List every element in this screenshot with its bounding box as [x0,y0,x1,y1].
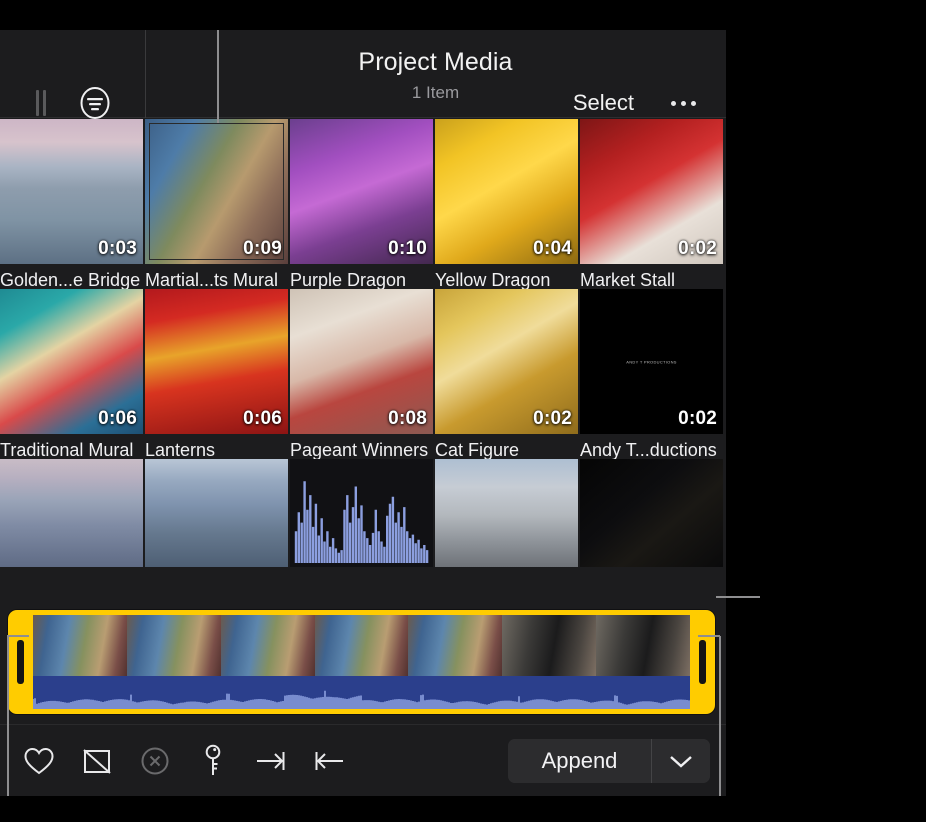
clip-duration: 0:06 [243,408,282,430]
clip-action-toolbar: Append [0,724,726,796]
thumbnail-image [580,459,723,567]
selected-clip-filmstrip[interactable] [8,610,715,714]
clip-duration: 0:02 [533,408,572,430]
filter-sort-icon[interactable] [77,85,113,121]
media-thumbnail [0,459,143,567]
media-grid-row: 0:06Traditional Mural0:06Lanterns0:08Pag… [0,289,726,459]
filmstrip-frame [596,615,690,676]
callout-line-selected-thumbnail [217,30,219,123]
favorite-heart-icon[interactable] [10,736,68,786]
rating-toolbar-icons [10,725,358,797]
clip-duration: 0:06 [98,408,137,430]
clip-duration: 0:09 [243,238,282,260]
media-thumbnail [145,459,288,567]
chevron-down-icon[interactable] [652,739,710,783]
filmstrip-frame [408,615,502,676]
clip-duration: 0:08 [388,408,427,430]
filmstrip-frame [127,615,221,676]
media-item[interactable]: 0:06Traditional Mural [0,289,143,462]
callout-line-toolbar-left-elbow [7,635,29,637]
media-item[interactable]: ANDY T PRODUCTIONS0:02Andy T...ductions [580,289,723,462]
media-grid-row [0,459,726,574]
media-thumbnail [580,459,723,567]
screenshot-root: Project Media 1 Item Select 0:03Golden..… [0,0,926,822]
audio-waveform [33,687,690,709]
media-item[interactable] [145,459,288,567]
audio-waveform [290,459,433,567]
media-item[interactable]: 0:02Cat Figure [435,289,578,462]
thumbnail-image [145,459,288,567]
project-media-panel: Project Media 1 Item Select 0:03Golden..… [0,30,726,796]
media-item[interactable]: 0:06Lanterns [145,289,288,462]
append-button-group: Append [508,739,710,783]
media-item[interactable] [0,459,143,567]
filmstrip-area [0,606,726,724]
panel-header: Project Media 1 Item Select [0,30,726,118]
media-thumbnail: 0:04 [435,119,578,264]
media-thumbnail [435,459,578,567]
media-thumbnail: 0:06 [145,289,288,434]
media-thumbnail: 0:10 [290,119,433,264]
media-item[interactable]: 0:02Market Stall [580,119,723,292]
thumbnail-image [0,459,143,567]
item-count-label: 1 Item [145,83,726,103]
callout-line-filmstrip [716,596,760,598]
clip-duration: 0:02 [678,408,717,430]
media-item[interactable]: 0:08Pageant Winners [290,289,433,462]
media-thumbnail: ANDY T PRODUCTIONS 0:02 [580,289,723,434]
media-thumbnail: 0:09 [145,119,288,264]
logo-text: ANDY T PRODUCTIONS [626,359,677,364]
clip-duration: 0:03 [98,238,137,260]
clip-duration: 0:10 [388,238,427,260]
filmstrip-audio-track [33,676,690,709]
media-grid[interactable]: 0:03Golden...e Bridge0:09Martial...ts Mu… [0,119,726,606]
thumbnail-image [290,459,433,567]
filmstrip-frame [502,615,596,676]
pause-icon[interactable] [36,90,48,116]
select-button[interactable]: Select [573,90,634,116]
media-item[interactable] [290,459,433,567]
filmstrip-video-thumbnails [33,615,690,676]
header-title-area: Project Media 1 Item [145,30,726,118]
thumbnail-image [435,459,578,567]
trim-handle-right[interactable] [699,640,706,684]
page-title: Project Media [145,48,726,77]
mark-out-icon[interactable] [242,736,300,786]
media-thumbnail: 0:02 [435,289,578,434]
media-thumbnail: 0:03 [0,119,143,264]
trim-handle-left[interactable] [17,640,24,684]
callout-line-toolbar-right [719,636,721,796]
media-thumbnail: 0:08 [290,289,433,434]
mark-in-icon[interactable] [300,736,358,786]
media-item-selected[interactable]: 0:09Martial...ts Mural [145,119,288,292]
filmstrip-frame [221,615,315,676]
media-item[interactable]: 0:03Golden...e Bridge [0,119,143,292]
media-thumbnail: 0:02 [580,119,723,264]
media-item[interactable]: 0:04Yellow Dragon [435,119,578,292]
media-item[interactable] [435,459,578,567]
media-thumbnail [290,459,433,567]
clip-duration: 0:04 [533,238,572,260]
media-item[interactable] [580,459,723,567]
filmstrip-frame [315,615,409,676]
reject-icon[interactable] [68,736,126,786]
media-item[interactable]: 0:10Purple Dragon [290,119,433,292]
callout-line-toolbar-right-elbow [698,635,720,637]
callout-line-toolbar-left [7,636,9,796]
media-thumbnail: 0:06 [0,289,143,434]
append-button[interactable]: Append [508,739,651,783]
media-grid-row: 0:03Golden...e Bridge0:09Martial...ts Mu… [0,119,726,289]
keyword-key-icon[interactable] [184,736,242,786]
header-left-controls [0,30,145,118]
clip-duration: 0:02 [678,238,717,260]
more-options-icon[interactable] [662,88,704,118]
unrate-circle-x-icon[interactable] [126,736,184,786]
filmstrip-content [33,615,690,709]
filmstrip-frame [33,615,127,676]
